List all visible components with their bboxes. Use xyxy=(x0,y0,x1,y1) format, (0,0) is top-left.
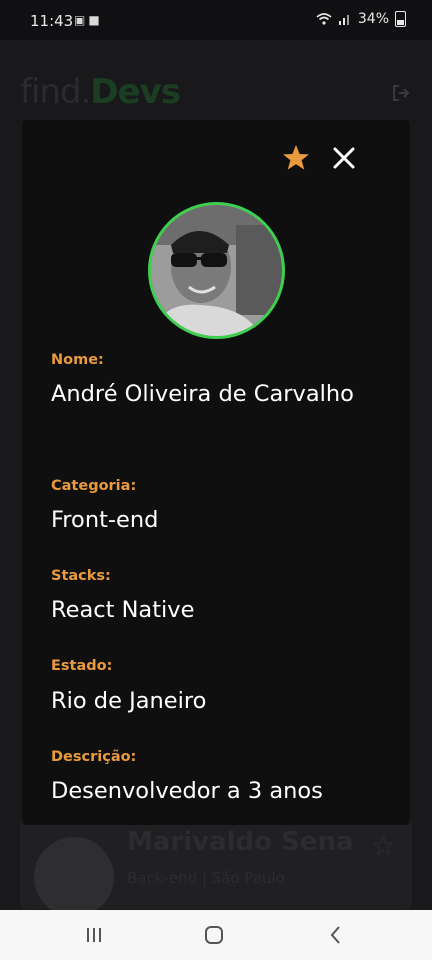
wifi-icon xyxy=(316,13,332,25)
stacks-label: Stacks: xyxy=(51,568,111,584)
status-right: 34% xyxy=(316,11,406,27)
developer-details-modal: Nome: André Oliveira de Carvalho Categor… xyxy=(22,120,410,825)
developer-avatar xyxy=(34,837,114,917)
developer-photo xyxy=(148,202,285,339)
close-icon[interactable] xyxy=(328,142,360,174)
state-value: Rio de Janeiro xyxy=(51,688,207,714)
developer-card[interactable]: Marivaldo Sena Back-end | São Paulo ☆ xyxy=(20,819,412,917)
battery-icon xyxy=(395,11,406,27)
description-label: Descrição: xyxy=(51,749,137,765)
signal-icon xyxy=(338,15,349,25)
state-label: Estado: xyxy=(51,658,113,674)
logout-icon[interactable] xyxy=(392,84,410,102)
developer-name: Marivaldo Sena xyxy=(127,827,354,857)
star-outline-icon[interactable]: ☆ xyxy=(371,829,396,862)
status-time: 11:43 xyxy=(30,12,74,30)
category-value: Front-end xyxy=(51,507,159,533)
recents-icon[interactable] xyxy=(82,923,106,947)
status-bar: 11:43 ▣■ 34% xyxy=(0,0,432,40)
category-label: Categoria: xyxy=(51,478,137,494)
stacks-value: React Native xyxy=(51,597,195,623)
back-icon[interactable] xyxy=(324,923,348,947)
description-value: Desenvolvedor a 3 anos xyxy=(51,778,323,804)
name-label: Nome: xyxy=(51,352,104,368)
developer-subtitle: Back-end | São Paulo xyxy=(127,869,285,887)
home-icon[interactable] xyxy=(202,923,226,947)
star-icon[interactable] xyxy=(280,142,312,174)
notification-icons: ▣■ xyxy=(74,13,103,27)
logo-devs: Devs xyxy=(90,72,181,112)
logo-find: find. xyxy=(20,72,91,112)
system-nav-bar xyxy=(0,910,432,960)
battery-percent: 34% xyxy=(357,11,389,27)
app-logo: find.Devs xyxy=(20,72,181,112)
name-value: André Oliveira de Carvalho xyxy=(51,381,354,407)
